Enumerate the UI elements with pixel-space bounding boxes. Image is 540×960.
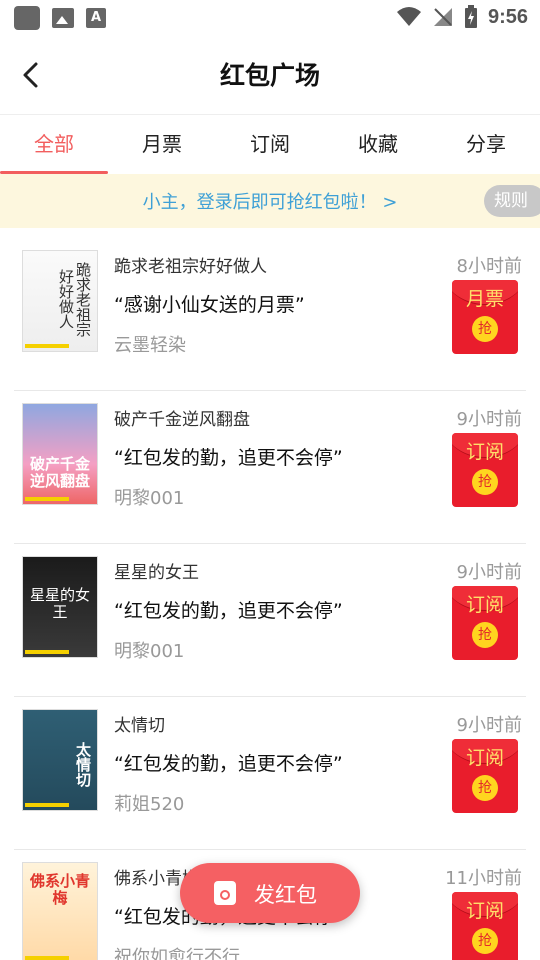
app-header: 红包广场 — [0, 36, 540, 114]
tab-share[interactable]: 分享 — [432, 115, 540, 174]
book-cover-title: 跪求老祖宗好好做人 — [57, 261, 92, 337]
author-name: 云墨轻染 — [114, 335, 186, 356]
red-packet-list: 跪求老祖宗好好做人 跪求老祖宗好好做人 8小时前 “感谢小仙女送的月票” 云墨轻… — [0, 238, 540, 960]
red-envelope-button[interactable]: 订阅 抢 — [452, 739, 518, 813]
red-envelope-button[interactable]: 订阅 抢 — [452, 586, 518, 660]
grab-coin-icon: 抢 — [472, 622, 498, 648]
category-tabs: 全部 月票 订阅 收藏 分享 — [0, 114, 540, 174]
grab-coin-icon: 抢 — [472, 928, 498, 954]
book-cover-title: 佛系小青梅 — [29, 872, 90, 907]
envelope-type-label: 订阅 — [465, 747, 504, 769]
battery-charging-icon — [464, 5, 477, 28]
status-bar: A 9:56 — [0, 0, 540, 36]
red-envelope-button[interactable]: 订阅 抢 — [452, 892, 518, 960]
book-cover: 跪求老祖宗好好做人 — [22, 250, 98, 352]
tab-all[interactable]: 全部 — [0, 115, 108, 174]
post-time: 9小时前 — [456, 409, 522, 430]
send-red-packet-button[interactable]: 发红包 — [180, 863, 360, 923]
book-title: 太情切 — [114, 716, 165, 736]
tab-favorite[interactable]: 收藏 — [324, 115, 432, 174]
post-time: 9小时前 — [456, 715, 522, 736]
tab-monthly-ticket[interactable]: 月票 — [108, 115, 216, 174]
packet-message: “红包发的勤，追更不会停” — [114, 753, 343, 775]
list-item[interactable]: 太情切 太情切 9小时前 “红包发的勤，追更不会停” 莉姐520 订阅 抢 — [14, 697, 526, 850]
author-name: 祝你如愈行不行 — [114, 947, 240, 960]
packet-message: “感谢小仙女送的月票” — [114, 294, 305, 316]
envelope-type-label: 订阅 — [465, 441, 504, 463]
book-title: 跪求老祖宗好好做人 — [114, 257, 267, 277]
envelope-type-label: 订阅 — [465, 900, 504, 922]
book-cover: 佛系小青梅 — [22, 862, 98, 960]
page-title: 红包广场 — [219, 61, 320, 90]
book-cover: 破产千金逆风翻盘 — [22, 403, 98, 505]
login-notice-link[interactable]: 小主，登录后即可抢红包啦！ > — [0, 188, 540, 214]
post-time: 11小时前 — [445, 868, 522, 889]
book-cover-title: 太情切 — [74, 741, 92, 787]
tab-subscribe[interactable]: 订阅 — [216, 115, 324, 174]
book-title: 星星的女王 — [114, 563, 199, 583]
author-name: 明黎001 — [114, 641, 185, 662]
status-time: 9:56 — [487, 5, 528, 28]
author-name: 明黎001 — [114, 488, 185, 509]
author-name: 莉姐520 — [114, 794, 185, 815]
red-envelope-button[interactable]: 月票 抢 — [452, 280, 518, 354]
list-item[interactable]: 跪求老祖宗好好做人 跪求老祖宗好好做人 8小时前 “感谢小仙女送的月票” 云墨轻… — [14, 238, 526, 391]
book-cover: 太情切 — [22, 709, 98, 811]
book-title: 破产千金逆风翻盘 — [114, 410, 250, 430]
post-time: 8小时前 — [456, 256, 522, 277]
book-cover-title: 破产千金逆风翻盘 — [29, 455, 90, 490]
app-notification-icon — [14, 6, 40, 30]
envelope-type-label: 月票 — [465, 288, 504, 310]
list-item[interactable]: 星星的女王 星星的女王 9小时前 “红包发的勤，追更不会停” 明黎001 订阅 … — [14, 544, 526, 697]
packet-message: “红包发的勤，追更不会停” — [114, 600, 343, 622]
rules-button[interactable]: 规则 — [484, 185, 540, 217]
list-item[interactable]: 破产千金逆风翻盘 破产千金逆风翻盘 9小时前 “红包发的勤，追更不会停” 明黎0… — [14, 391, 526, 544]
envelope-type-label: 订阅 — [465, 594, 504, 616]
book-cover-title: 星星的女王 — [29, 586, 90, 621]
image-notification-icon — [52, 8, 74, 28]
no-signal-icon — [433, 8, 452, 26]
red-packet-icon — [214, 881, 236, 905]
packet-message: “红包发的勤，追更不会停” — [114, 447, 343, 469]
book-cover: 星星的女王 — [22, 556, 98, 658]
post-time: 9小时前 — [456, 562, 522, 583]
grab-coin-icon: 抢 — [472, 469, 498, 495]
login-notice-banner: 小主，登录后即可抢红包啦！ > 规则 — [0, 174, 540, 228]
send-red-packet-label: 发红包 — [254, 883, 317, 907]
grab-coin-icon: 抢 — [472, 316, 498, 342]
wifi-icon — [396, 7, 421, 26]
text-notification-icon: A — [86, 8, 106, 28]
grab-coin-icon: 抢 — [472, 775, 498, 801]
red-envelope-button[interactable]: 订阅 抢 — [452, 433, 518, 507]
